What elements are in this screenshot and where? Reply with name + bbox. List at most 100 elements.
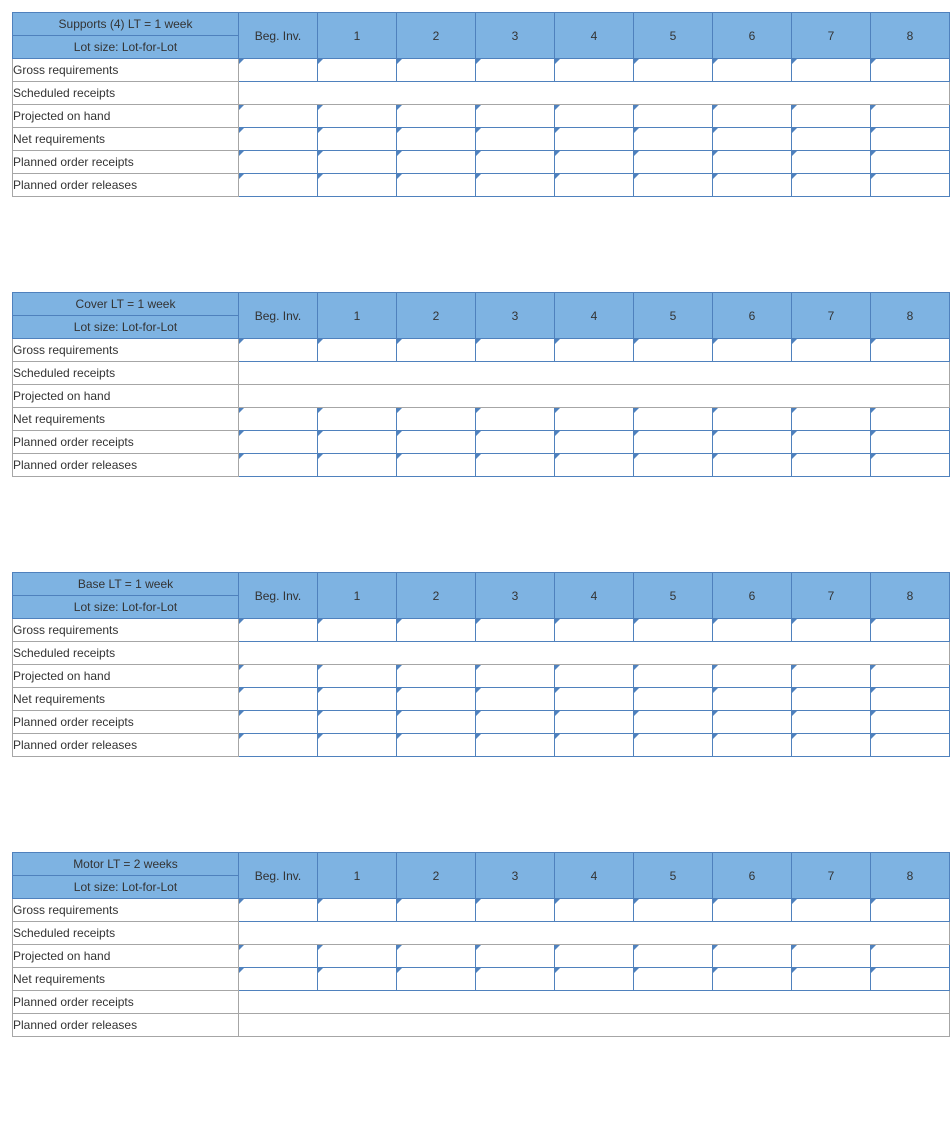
- cell-proj-4[interactable]: [555, 105, 634, 128]
- cell-prcpt-5[interactable]: [634, 431, 713, 454]
- cell-proj-6[interactable]: [713, 945, 792, 968]
- cell-gross-5[interactable]: [634, 619, 713, 642]
- cell-net-4[interactable]: [555, 968, 634, 991]
- cell-gross-2[interactable]: [397, 899, 476, 922]
- cell-gross-1[interactable]: [318, 899, 397, 922]
- cell-gross-7[interactable]: [792, 59, 871, 82]
- cell-proj-2[interactable]: [397, 665, 476, 688]
- cell-net-3[interactable]: [476, 968, 555, 991]
- cell-net-3[interactable]: [476, 128, 555, 151]
- cell-net-1[interactable]: [318, 688, 397, 711]
- cell-proj-3[interactable]: [476, 665, 555, 688]
- cell-net-5[interactable]: [634, 408, 713, 431]
- cell-net-8[interactable]: [871, 688, 950, 711]
- cell-gross-8[interactable]: [871, 899, 950, 922]
- cell-proj-4[interactable]: [555, 945, 634, 968]
- cell-prcpt-5[interactable]: [634, 711, 713, 734]
- cell-proj-2[interactable]: [397, 105, 476, 128]
- cell-gross-1[interactable]: [318, 619, 397, 642]
- cell-sched-merged[interactable]: [239, 642, 950, 665]
- cell-prel-beg[interactable]: [239, 454, 318, 477]
- cell-prel-5[interactable]: [634, 174, 713, 197]
- cell-prcpt-8[interactable]: [871, 431, 950, 454]
- cell-prel-1[interactable]: [318, 174, 397, 197]
- cell-net-beg[interactable]: [239, 128, 318, 151]
- cell-prel-5[interactable]: [634, 734, 713, 757]
- cell-net-4[interactable]: [555, 688, 634, 711]
- cell-prel-beg[interactable]: [239, 734, 318, 757]
- cell-prel-3[interactable]: [476, 174, 555, 197]
- cell-prcpt-5[interactable]: [634, 151, 713, 174]
- cell-net-6[interactable]: [713, 408, 792, 431]
- cell-prcpt-6[interactable]: [713, 711, 792, 734]
- cell-prcpt-7[interactable]: [792, 151, 871, 174]
- cell-prcpt-1[interactable]: [318, 431, 397, 454]
- cell-proj-5[interactable]: [634, 665, 713, 688]
- cell-proj-beg[interactable]: [239, 945, 318, 968]
- cell-proj-5[interactable]: [634, 945, 713, 968]
- cell-prel-2[interactable]: [397, 454, 476, 477]
- cell-prcpt-beg[interactable]: [239, 431, 318, 454]
- cell-gross-3[interactable]: [476, 619, 555, 642]
- cell-prcpt-8[interactable]: [871, 711, 950, 734]
- cell-net-1[interactable]: [318, 968, 397, 991]
- cell-gross-5[interactable]: [634, 339, 713, 362]
- cell-proj-1[interactable]: [318, 665, 397, 688]
- cell-gross-5[interactable]: [634, 899, 713, 922]
- cell-gross-6[interactable]: [713, 619, 792, 642]
- cell-net-4[interactable]: [555, 128, 634, 151]
- cell-prcpt-2[interactable]: [397, 151, 476, 174]
- cell-net-2[interactable]: [397, 408, 476, 431]
- cell-prcpt-beg[interactable]: [239, 711, 318, 734]
- cell-proj-7[interactable]: [792, 105, 871, 128]
- cell-net-8[interactable]: [871, 408, 950, 431]
- cell-gross-2[interactable]: [397, 339, 476, 362]
- cell-net-1[interactable]: [318, 408, 397, 431]
- cell-proj-3[interactable]: [476, 105, 555, 128]
- cell-net-3[interactable]: [476, 688, 555, 711]
- cell-gross-1[interactable]: [318, 59, 397, 82]
- cell-gross-4[interactable]: [555, 59, 634, 82]
- cell-prcpt-3[interactable]: [476, 431, 555, 454]
- cell-prel-2[interactable]: [397, 174, 476, 197]
- cell-prel-1[interactable]: [318, 734, 397, 757]
- cell-prel-4[interactable]: [555, 174, 634, 197]
- cell-prel-8[interactable]: [871, 734, 950, 757]
- cell-gross-8[interactable]: [871, 59, 950, 82]
- cell-gross-6[interactable]: [713, 899, 792, 922]
- cell-net-6[interactable]: [713, 688, 792, 711]
- cell-proj-6[interactable]: [713, 665, 792, 688]
- cell-net-2[interactable]: [397, 128, 476, 151]
- cell-proj-8[interactable]: [871, 665, 950, 688]
- cell-net-beg[interactable]: [239, 688, 318, 711]
- cell-prel-merged[interactable]: [239, 1014, 950, 1037]
- cell-gross-3[interactable]: [476, 339, 555, 362]
- cell-prel-7[interactable]: [792, 734, 871, 757]
- cell-sched-merged[interactable]: [239, 922, 950, 945]
- cell-net-7[interactable]: [792, 688, 871, 711]
- cell-prel-7[interactable]: [792, 174, 871, 197]
- cell-net-1[interactable]: [318, 128, 397, 151]
- cell-proj-7[interactable]: [792, 945, 871, 968]
- cell-net-5[interactable]: [634, 688, 713, 711]
- cell-proj-beg[interactable]: [239, 665, 318, 688]
- cell-prel-1[interactable]: [318, 454, 397, 477]
- cell-net-6[interactable]: [713, 128, 792, 151]
- cell-prel-2[interactable]: [397, 734, 476, 757]
- cell-proj-6[interactable]: [713, 105, 792, 128]
- cell-proj-7[interactable]: [792, 665, 871, 688]
- cell-gross-2[interactable]: [397, 59, 476, 82]
- cell-gross-7[interactable]: [792, 339, 871, 362]
- cell-prel-3[interactable]: [476, 734, 555, 757]
- cell-net-7[interactable]: [792, 128, 871, 151]
- cell-gross-beg[interactable]: [239, 59, 318, 82]
- cell-net-2[interactable]: [397, 688, 476, 711]
- cell-proj-1[interactable]: [318, 945, 397, 968]
- cell-prcpt-6[interactable]: [713, 151, 792, 174]
- cell-prcpt-4[interactable]: [555, 711, 634, 734]
- cell-prcpt-1[interactable]: [318, 711, 397, 734]
- cell-net-8[interactable]: [871, 128, 950, 151]
- cell-net-7[interactable]: [792, 968, 871, 991]
- cell-proj-merged[interactable]: [239, 385, 950, 408]
- cell-net-4[interactable]: [555, 408, 634, 431]
